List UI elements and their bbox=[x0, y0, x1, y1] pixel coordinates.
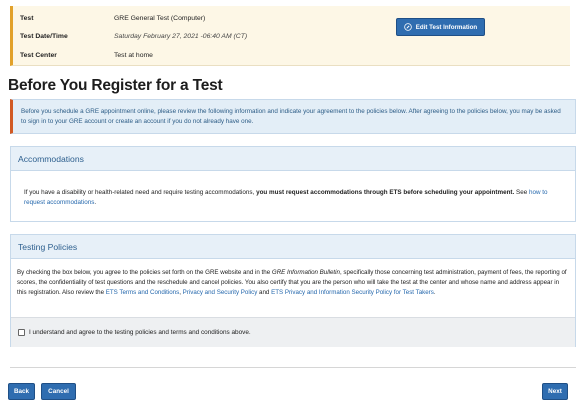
cancel-button[interactable]: Cancel bbox=[41, 383, 76, 400]
text: and bbox=[257, 289, 272, 296]
accommodations-panel: Accommodations If you have a disability … bbox=[10, 146, 576, 222]
info-notice: Before you schedule a GRE appointment on… bbox=[10, 99, 576, 134]
summary-value: GRE General Test (Computer) bbox=[114, 14, 206, 22]
divider bbox=[10, 367, 576, 368]
accommodations-text: If you have a disability or health-relat… bbox=[11, 171, 575, 208]
text: See bbox=[514, 189, 529, 196]
agree-checkbox[interactable] bbox=[18, 329, 25, 336]
summary-value: Saturday February 27, 2021 -06:40 AM (CT… bbox=[114, 32, 248, 40]
text: . bbox=[433, 289, 436, 296]
page-title: Before You Register for a Test bbox=[8, 77, 223, 94]
privacy-link[interactable]: Privacy and Security Policy bbox=[183, 289, 258, 296]
testing-policies-panel: Testing Policies By checking the box bel… bbox=[10, 234, 576, 347]
edit-test-information-button[interactable]: Edit Test Information bbox=[396, 18, 485, 36]
summary-label: Test Center bbox=[20, 51, 57, 59]
info-security-link[interactable]: ETS Privacy and Information Security Pol… bbox=[271, 289, 434, 296]
agree-checkbox-row[interactable]: I understand and agree to the testing po… bbox=[11, 317, 575, 347]
back-button[interactable]: Back bbox=[8, 383, 35, 400]
summary-label: Test Date/Time bbox=[20, 32, 68, 40]
edit-button-label: Edit Test Information bbox=[415, 23, 478, 31]
summary-row-center: Test Center Test at home bbox=[20, 46, 153, 64]
panel-heading: Accommodations bbox=[11, 147, 575, 171]
edit-icon bbox=[404, 23, 412, 31]
next-button[interactable]: Next bbox=[542, 383, 568, 400]
agree-label: I understand and agree to the testing po… bbox=[29, 329, 251, 336]
summary-row-date: Test Date/Time Saturday February 27, 202… bbox=[20, 27, 247, 45]
panel-heading: Testing Policies bbox=[11, 235, 575, 259]
summary-row-test: Test GRE General Test (Computer) bbox=[20, 9, 205, 27]
text-bold: you must request accommodations through … bbox=[256, 189, 515, 196]
summary-label: Test bbox=[20, 14, 34, 22]
test-summary: Test GRE General Test (Computer) Test Da… bbox=[10, 6, 570, 66]
text: If you have a disability or health-relat… bbox=[24, 189, 257, 196]
summary-value: Test at home bbox=[114, 51, 153, 59]
policies-text: By checking the box below, you agree to … bbox=[11, 259, 575, 298]
bulletin-title: GRE Information Bulletin bbox=[271, 269, 340, 276]
text: By checking the box below, you agree to … bbox=[17, 269, 272, 276]
text: . bbox=[94, 199, 97, 206]
terms-link[interactable]: ETS Terms and Conditions bbox=[106, 289, 179, 296]
